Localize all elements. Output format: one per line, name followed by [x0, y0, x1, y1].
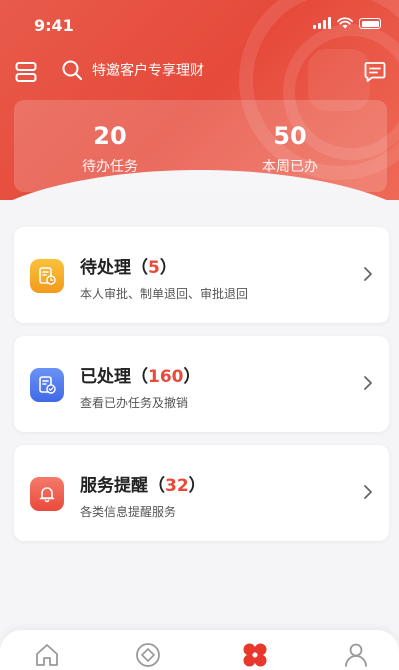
clover-icon[interactable] — [240, 640, 270, 670]
card-subtitle: 查看已办任务及撤销 — [80, 396, 189, 410]
chevron-right-icon — [364, 267, 372, 281]
status-time: 9:41 — [34, 16, 74, 35]
stat-value: 50 — [273, 122, 307, 150]
card-title: 服务提醒（32） — [80, 476, 206, 496]
card-title: 待处理（5） — [80, 258, 177, 278]
chevron-right-icon — [364, 376, 372, 390]
stat-pending[interactable]: 20 待办任务 — [30, 122, 190, 176]
stats-card: 20 待办任务 50 本周已办 — [14, 100, 387, 192]
card-service-reminder[interactable]: 服务提醒（32） 各类信息提醒服务 — [14, 445, 389, 541]
search-bar[interactable]: 特邀客户专享理财 — [60, 58, 204, 82]
home-icon[interactable] — [32, 640, 62, 670]
document-clock-icon — [30, 259, 64, 293]
signal-icon — [313, 17, 331, 29]
top-bar: 特邀客户专享理财 — [0, 56, 399, 90]
status-icons — [313, 17, 381, 29]
card-title: 已处理（160） — [80, 367, 201, 387]
card-subtitle: 各类信息提醒服务 — [80, 505, 177, 519]
status-bar: 9:41 — [0, 0, 399, 48]
user-icon[interactable] — [341, 640, 371, 670]
card-count: 160 — [148, 367, 184, 387]
stat-weekly-done[interactable]: 50 本周已办 — [210, 122, 370, 176]
stat-label: 本周已办 — [262, 159, 318, 175]
card-pending[interactable]: 待处理（5） 本人审批、制单退回、审批退回 — [14, 227, 389, 323]
bottom-nav — [0, 630, 399, 670]
card-count: 5 — [148, 258, 160, 278]
search-icon — [62, 60, 83, 81]
stat-label: 待办任务 — [82, 159, 138, 175]
card-subtitle: 本人审批、制单退回、审批退回 — [80, 287, 249, 301]
message-icon[interactable] — [363, 60, 387, 84]
bell-icon — [30, 477, 64, 511]
stat-value: 20 — [93, 122, 127, 150]
card-count: 32 — [165, 476, 189, 496]
battery-icon — [359, 18, 381, 29]
search-placeholder: 特邀客户专享理财 — [92, 63, 204, 79]
wifi-icon — [337, 17, 353, 29]
document-check-icon — [30, 368, 64, 402]
card-processed[interactable]: 已处理（160） 查看已办任务及撤销 — [14, 336, 389, 432]
chevron-right-icon — [364, 485, 372, 499]
menu-icon[interactable] — [14, 60, 38, 84]
compass-icon[interactable] — [133, 640, 163, 670]
